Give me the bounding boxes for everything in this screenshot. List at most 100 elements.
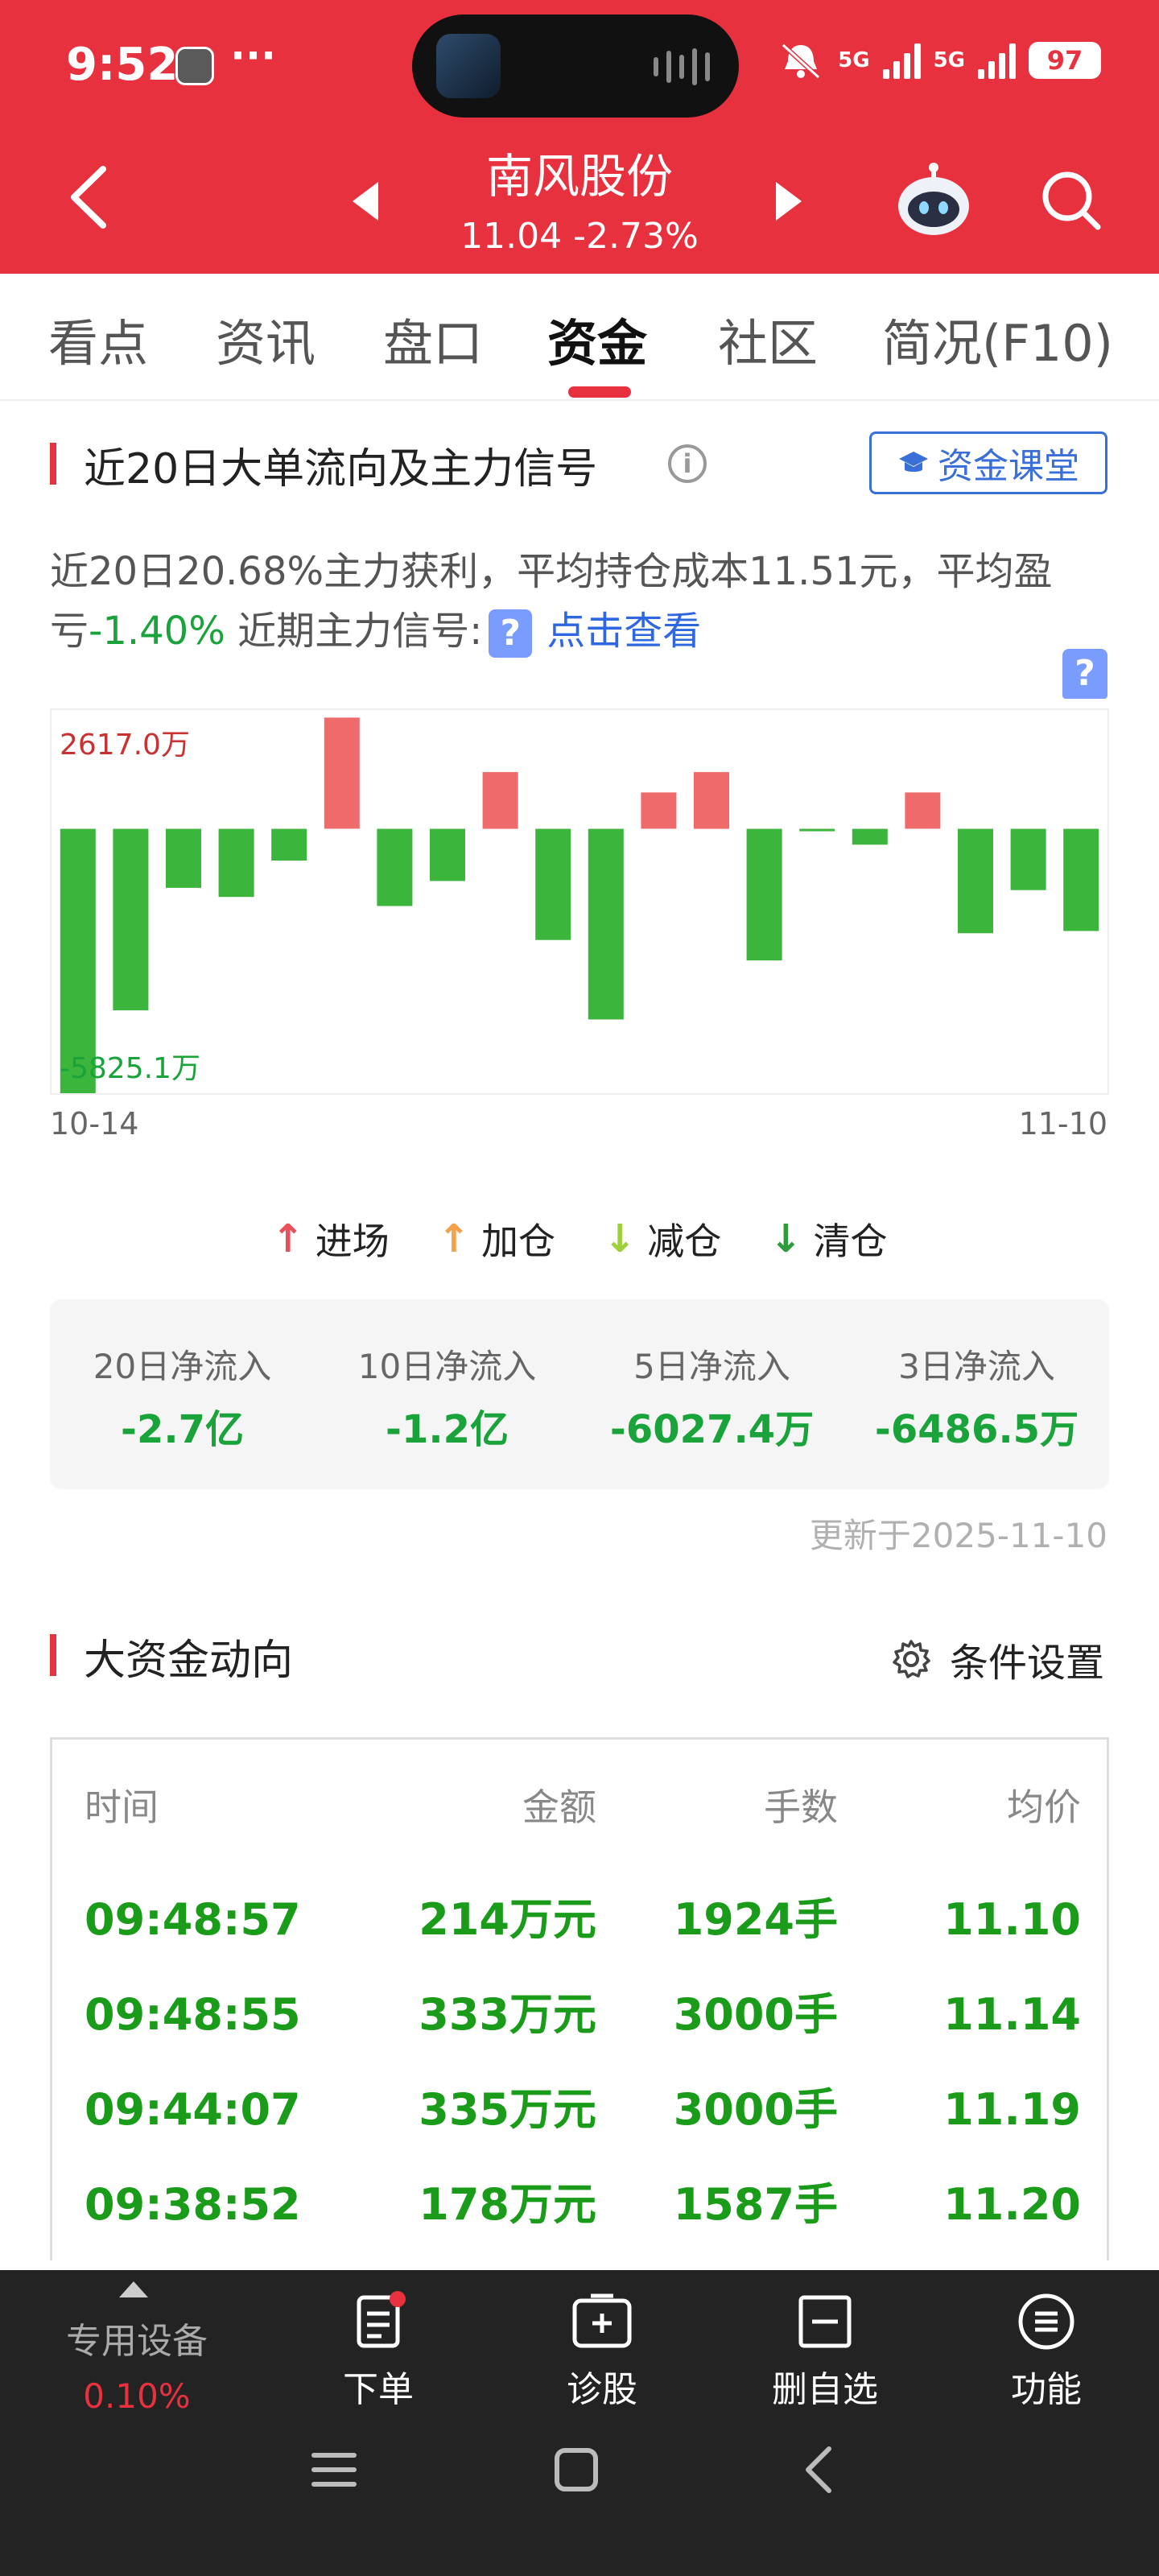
row-time: 09:44:07	[85, 2084, 301, 2135]
dynamic-island[interactable]	[412, 14, 739, 118]
tab-news[interactable]: 资讯	[216, 303, 316, 375]
table-row[interactable]: 09:48:55 333万元 3000手 11.14	[52, 1983, 1107, 2047]
bottom-toolbar: 专用设备 0.10% 下单 诊股 删自选 功能	[0, 2270, 1159, 2576]
legend-clear-label: 清仓	[813, 1220, 888, 1263]
chart-bar[interactable]	[377, 828, 413, 906]
legend-reduce: ↓ 减仓	[604, 1212, 721, 1265]
legend-clear: ↓ 清仓	[769, 1212, 887, 1265]
chart-bar[interactable]	[324, 717, 360, 829]
chart-bar[interactable]	[1063, 828, 1099, 931]
section-marker	[50, 1634, 56, 1676]
system-back-icon	[806, 2446, 831, 2493]
info-icon[interactable]: i	[668, 444, 707, 483]
row-time: 09:38:52	[85, 2179, 301, 2230]
question-icon[interactable]: ?	[489, 609, 533, 658]
chart-bar[interactable]	[799, 828, 835, 832]
chart-bar[interactable]	[218, 828, 254, 898]
stock-price-change: 11.04 -2.73%	[460, 216, 699, 257]
top-header: 9:52 ··· 5G 5G 97 南风股份 11.04 -2.73%	[0, 0, 1159, 274]
remove-watchlist-icon	[798, 2295, 852, 2348]
notification-app-icon	[175, 47, 214, 85]
tab-community[interactable]: 社区	[718, 303, 818, 375]
chart-bar[interactable]	[746, 828, 782, 961]
header-amount: 金额	[522, 1785, 596, 1829]
chart-bar[interactable]	[905, 792, 941, 829]
tab-profile-f10[interactable]: 简况(F10)	[882, 303, 1113, 375]
row-lots: 3000手	[673, 2084, 838, 2135]
row-avg-price: 11.10	[943, 1894, 1081, 1945]
condition-settings-label: 条件设置	[950, 1641, 1105, 1686]
media-thumbnail-icon	[436, 34, 501, 98]
row-lots: 1587手	[673, 2179, 838, 2230]
more-notifications-icon: ···	[230, 32, 276, 79]
chart-bar[interactable]	[113, 828, 149, 1011]
signal-legend: ↑ 进场 ↑ 加仓 ↓ 减仓 ↓ 清仓	[0, 1212, 1159, 1265]
chart-bar[interactable]	[852, 828, 888, 845]
up-arrow-icon: ↑	[271, 1216, 304, 1261]
legend-enter-label: 进场	[315, 1220, 390, 1263]
table-row[interactable]: 09:44:07 335万元 3000手 11.19	[52, 2078, 1107, 2142]
header-lots: 手数	[764, 1785, 838, 1829]
flow-section-title: 近20日大单流向及主力信号	[84, 445, 598, 493]
chart-bar[interactable]	[166, 828, 201, 888]
signal-bars-2-icon	[978, 42, 1016, 79]
table-header: 时间 金额 手数 均价	[52, 1775, 1107, 1839]
system-navigation-bar	[311, 2446, 831, 2493]
chart-bar[interactable]	[271, 828, 307, 861]
robot-assistant-icon[interactable]	[893, 161, 974, 242]
chart-min-label: -5825.1万	[60, 1052, 200, 1085]
chart-bar[interactable]	[535, 828, 571, 940]
diagnose-stock-icon	[572, 2293, 632, 2348]
row-amount: 214万元	[419, 1894, 596, 1945]
row-avg-price: 11.20	[943, 2179, 1081, 2230]
row-amount: 335万元	[419, 2084, 596, 2135]
net-inflow-3d: 3日净流入 -6486.5万	[844, 1299, 1109, 1489]
chart-bar[interactable]	[588, 828, 624, 1020]
row-lots: 3000手	[673, 1989, 838, 2040]
net-inflow-20d: 20日净流入 -2.7亿	[50, 1299, 315, 1489]
net-inflow-value: -6486.5万	[874, 1407, 1079, 1452]
home-icon	[555, 2448, 598, 2491]
status-indicators: 5G 5G 97	[777, 40, 1101, 80]
summary-prefix: 亏	[50, 609, 89, 654]
back-arrow-icon[interactable]	[64, 161, 113, 233]
net-inflow-value: -2.7亿	[121, 1407, 244, 1452]
capital-course-button[interactable]: 资金课堂	[869, 431, 1107, 494]
net-inflow-5d: 5日净流入 -6027.4万	[580, 1299, 844, 1489]
row-time: 09:48:55	[85, 1989, 301, 2040]
net-inflow-value: -6027.4万	[609, 1407, 815, 1452]
status-time: 9:52	[66, 39, 179, 91]
net-inflow-value: -1.2亿	[386, 1407, 509, 1452]
legend-add-label: 加仓	[481, 1220, 555, 1263]
network-type-2: 5G	[933, 48, 965, 72]
table-row[interactable]: 09:38:52 178万元 1587手 11.20	[52, 2173, 1107, 2237]
row-avg-price: 11.14	[943, 1989, 1081, 2040]
summary-line-2: 亏-1.40% 近期主力信号:? 点击查看	[50, 599, 701, 658]
view-signal-link[interactable]: 点击查看	[547, 609, 701, 654]
legend-add: ↑ 加仓	[438, 1212, 555, 1265]
previous-stock-icon[interactable]	[353, 182, 378, 221]
expand-up-icon[interactable]	[119, 2281, 148, 2297]
tab-capital[interactable]: 资金	[547, 303, 647, 375]
chart-bar[interactable]	[958, 828, 993, 934]
next-stock-icon[interactable]	[776, 182, 802, 221]
signal-label: 近期主力信号:	[225, 609, 483, 654]
search-icon[interactable]	[1038, 167, 1103, 232]
network-type-1: 5G	[838, 48, 870, 72]
sector-label[interactable]: 专用设备	[48, 2312, 225, 2363]
chart-bar[interactable]	[482, 772, 518, 829]
help-question-icon[interactable]: ?	[1062, 649, 1107, 699]
chart-bar[interactable]	[1010, 828, 1046, 890]
table-row[interactable]: 09:48:57 214万元 1924手 11.10	[52, 1888, 1107, 1952]
tab-order-book[interactable]: 盘口	[383, 303, 483, 375]
tab-bar: 看点 资讯 盘口 资金 社区 简况(F10)	[0, 274, 1159, 401]
tab-highlights[interactable]: 看点	[48, 303, 148, 375]
down-arrow-icon: ↓	[769, 1216, 802, 1261]
chart-bar[interactable]	[694, 772, 729, 829]
header-time: 时间	[85, 1785, 159, 1829]
condition-settings-button[interactable]: 条件设置	[890, 1631, 1104, 1687]
chart-bar[interactable]	[641, 792, 677, 829]
status-bar: 9:52 ··· 5G 5G 97	[0, 0, 1159, 137]
chart-bar[interactable]	[430, 828, 465, 881]
net-inflow-10d: 10日净流入 -1.2亿	[315, 1299, 580, 1489]
